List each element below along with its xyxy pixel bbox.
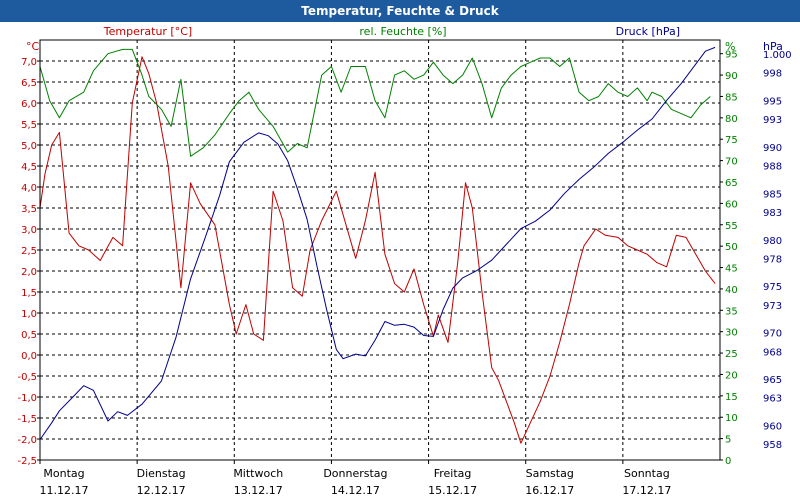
day-name-label: Dienstag [137,467,186,480]
temperature-tick-label: 4,0 [21,183,37,194]
humidity-tick-label: 30 [725,328,738,339]
humidity-tick-label: 15 [725,392,738,403]
legend-humidity: rel. Feuchte [%] [359,25,446,38]
humidity-tick-label: 0 [725,456,731,467]
pressure-tick-label: 993 [763,115,782,126]
day-date-label: 14.12.17 [331,484,380,497]
temperature-tick-label: 1,5 [21,288,37,299]
temperature-tick-label: 5,5 [21,120,37,131]
pressure-tick-label: 960 [763,422,782,433]
temperature-tick-label: -0,5 [17,372,37,383]
humidity-tick-label: 35 [725,306,738,317]
pressure-tick-label: 970 [763,329,782,340]
humidity-tick-label: 20 [725,370,738,381]
day-name-label: Freitag [434,467,472,480]
day-date-label: 12.12.17 [137,484,186,497]
day-date-label: 15.12.17 [428,484,477,497]
pressure-tick-label: 990 [763,143,782,154]
day-name-label: Montag [43,467,84,480]
temperature-tick-label: 0,0 [21,351,37,362]
temperature-tick-label: -2,0 [17,435,37,446]
pressure-unit: hPa [763,40,783,53]
day-date-label: 13.12.17 [234,484,283,497]
humidity-tick-label: 50 [725,242,738,253]
chart-background [0,22,800,500]
humidity-tick-label: 60 [725,199,738,210]
temperature-tick-label: -2,5 [17,456,37,467]
humidity-tick-label: 85 [725,92,738,103]
temperature-tick-label: 6,5 [21,78,37,89]
pressure-tick-label: 988 [763,161,782,172]
temperature-tick-label: 3,5 [21,204,37,215]
pressure-tick-label: 968 [763,347,782,358]
temperature-tick-label: 5,0 [21,141,37,152]
legend-temperature: Temperatur [°C] [103,25,192,38]
humidity-tick-label: 10 [725,413,738,424]
day-name-label: Sonntag [624,467,670,480]
humidity-tick-label: 45 [725,264,738,275]
temperature-axis: 7,0 6,5 6,0 5,5 5,0 4,5 4,0 3,5 3,0 2,5 2,0 1,5 1,0 0… [17,40,40,467]
temperature-tick-label: 3,0 [21,225,37,236]
temperature-tick-label: -1,0 [17,393,37,404]
humidity-tick-label: 25 [725,349,738,360]
temperature-tick-label: 7,0 [21,57,37,68]
day-date-label: 16.12.17 [525,484,574,497]
temperature-tick-label: -1,5 [17,414,37,425]
pressure-tick-label: 958 [763,440,782,451]
temperature-unit: °C [26,40,40,53]
temperature-tick-label: 2,0 [21,267,37,278]
pressure-tick-label: 978 [763,254,782,265]
day-date-label: 17.12.17 [622,484,671,497]
temperature-tick-label: 6,0 [21,99,37,110]
pressure-tick-label: 985 [763,189,782,200]
window-title: Temperatur, Feuchte & Druck [0,0,800,22]
humidity-tick-label: 40 [725,285,738,296]
humidity-unit: % [725,40,735,53]
temperature-tick-label: 4,5 [21,162,37,173]
day-name-label: Mittwoch [233,467,283,480]
pressure-tick-label: 965 [763,375,782,386]
temperature-tick-label: 0,5 [21,330,37,341]
day-date-label: 11.12.17 [40,484,89,497]
temperature-tick-label: 1,0 [21,309,37,320]
humidity-tick-label: 55 [725,221,738,232]
pressure-tick-label: 980 [763,236,782,247]
pressure-tick-label: 998 [763,69,782,80]
pressure-tick-label: 975 [763,282,782,293]
humidity-tick-label: 75 [725,135,738,146]
pressure-tick-label: 983 [763,208,782,219]
humidity-tick-label: 70 [725,157,738,168]
humidity-tick-label: 80 [725,114,738,125]
pressure-tick-label: 995 [763,96,782,107]
humidity-tick-label: 90 [725,71,738,82]
day-name-label: Donnerstag [323,467,387,480]
humidity-tick-label: 65 [725,178,738,189]
legend-pressure: Druck [hPa] [616,25,680,38]
humidity-tick-label: 5 [725,435,731,446]
chart-plot: 7,0 6,5 6,0 5,5 5,0 4,5 4,0 3,5 3,0 2,5 2,0 1,5 1,0 0… [0,22,800,500]
pressure-tick-label: 973 [763,301,782,312]
pressure-tick-label: 963 [763,394,782,405]
day-name-label: Samstag [526,467,574,480]
temperature-tick-label: 2,5 [21,246,37,257]
